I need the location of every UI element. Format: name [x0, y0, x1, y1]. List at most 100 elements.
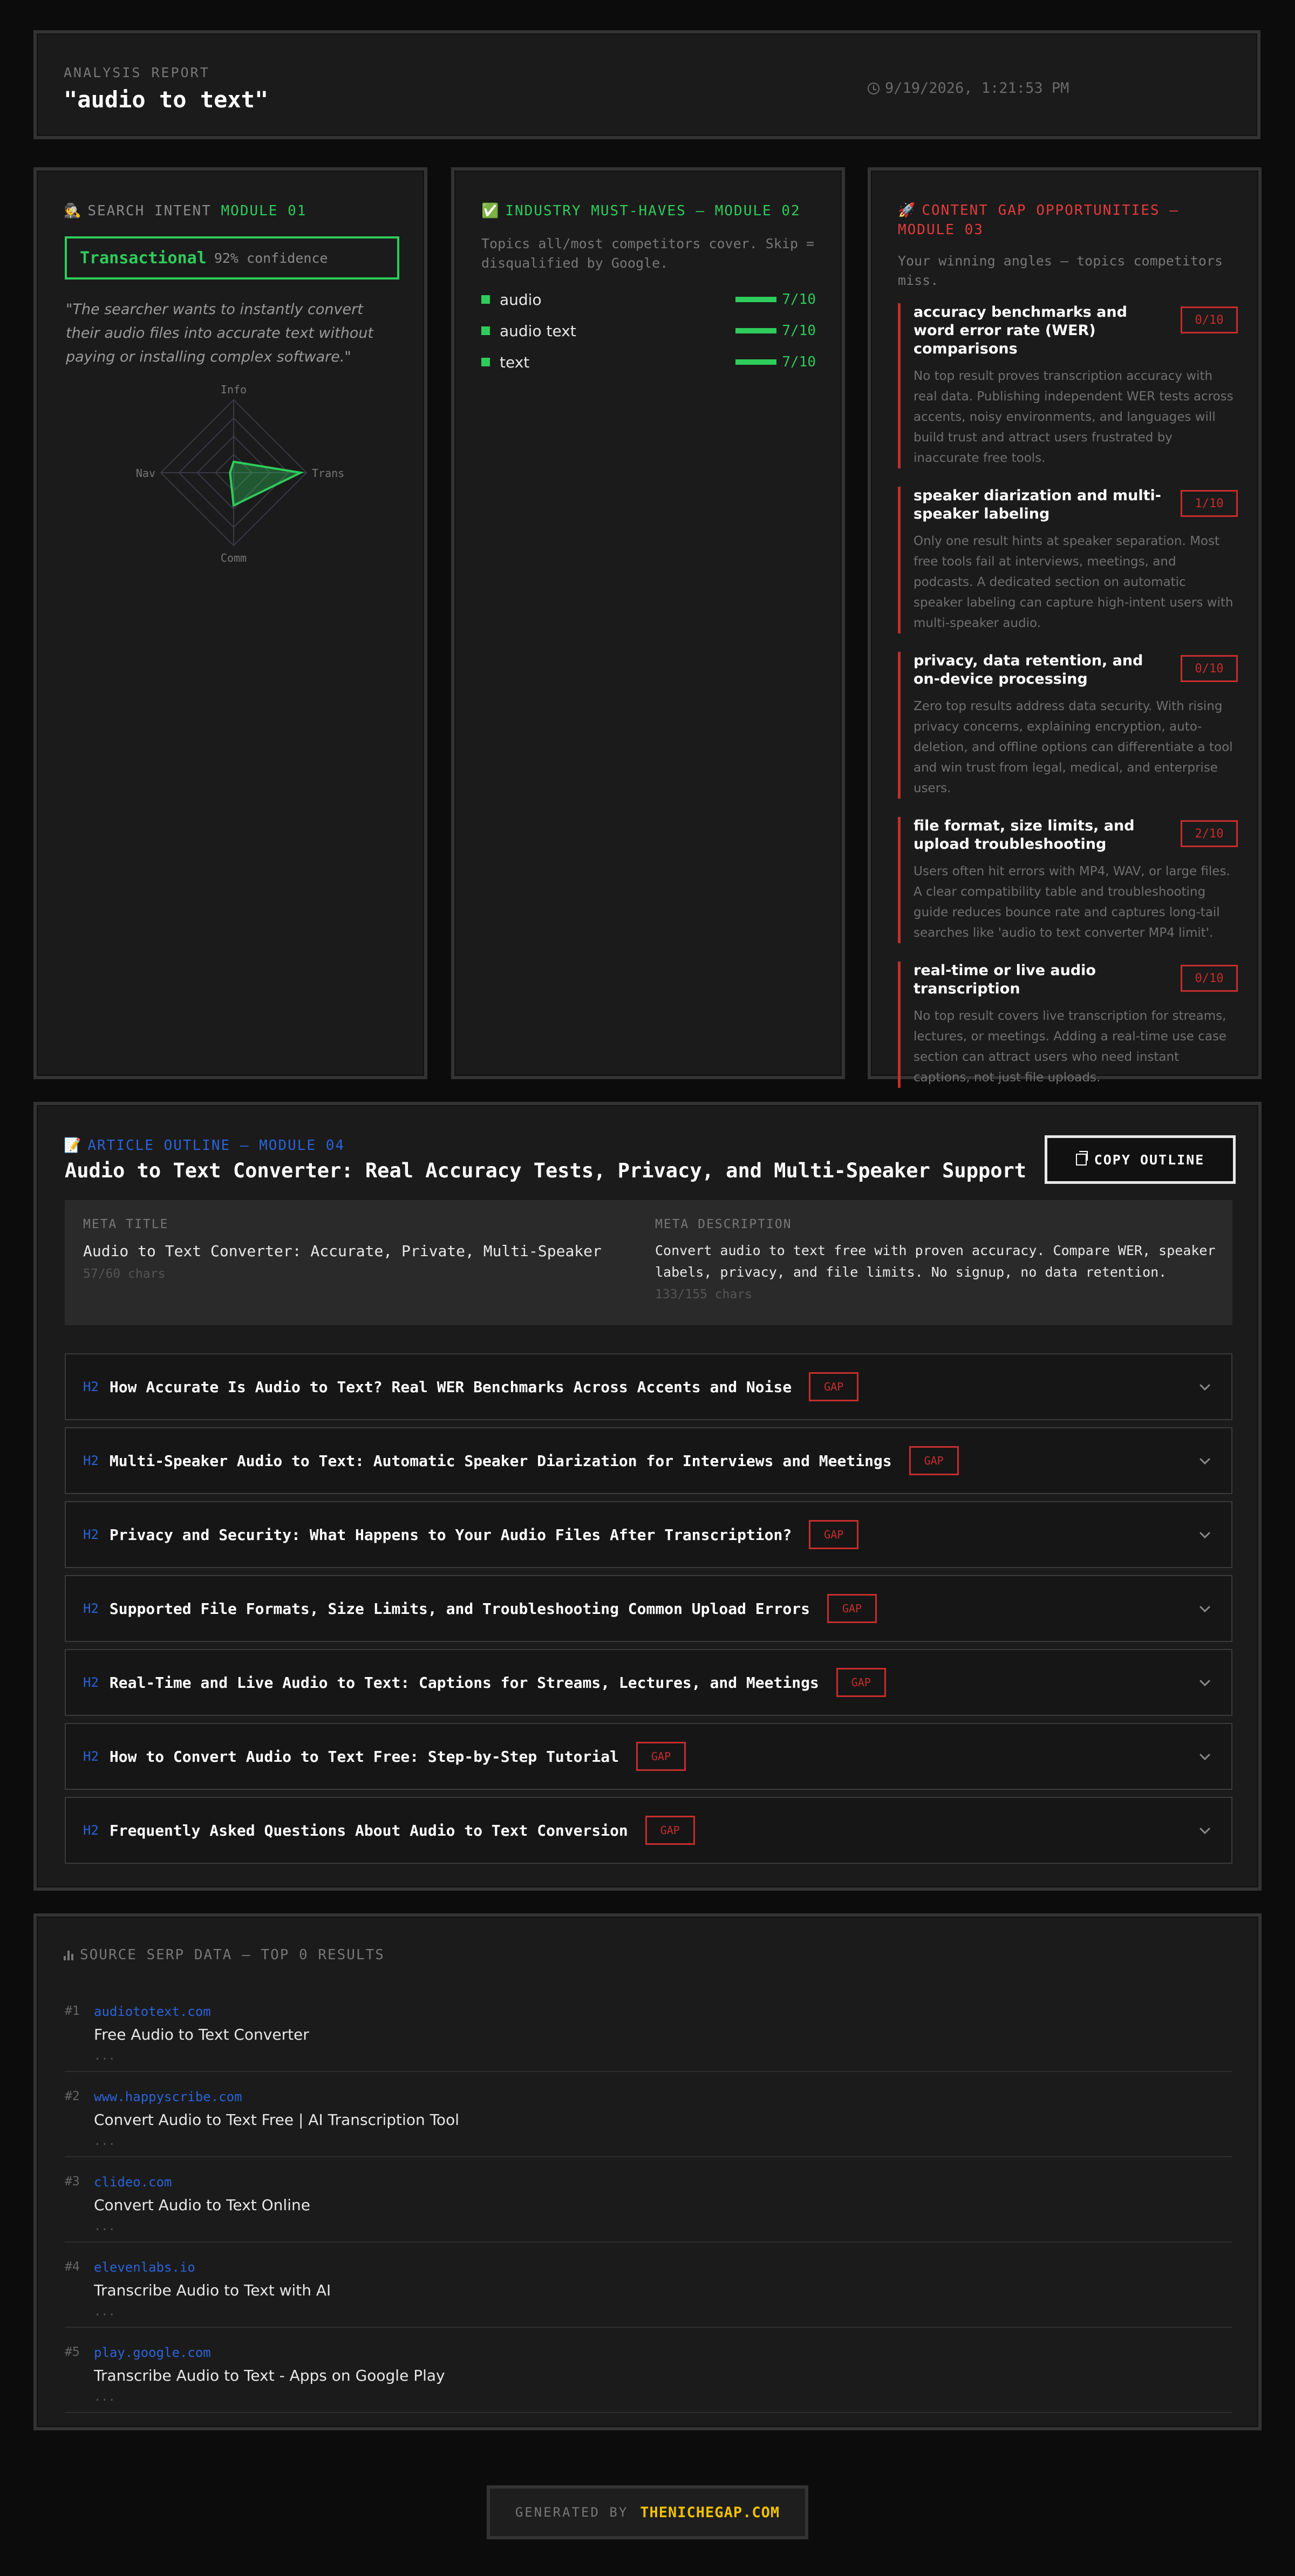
section-heading: Privacy and Security: What Happens to Yo… — [109, 1525, 792, 1544]
gap-item: accuracy benchmarks and word error rate … — [898, 303, 1238, 468]
section-heading: How Accurate Is Audio to Text? Real WER … — [109, 1378, 792, 1396]
serp-snippet: ... — [94, 2390, 115, 2404]
outline-section-row[interactable]: H2 Privacy and Security: What Happens to… — [65, 1501, 1232, 1568]
report-header: ANALYSIS REPORT "audio to text" 9/19/202… — [33, 30, 1260, 139]
chevron-down-icon[interactable] — [1199, 1528, 1210, 1539]
report-keyword-title: "audio to text" — [64, 86, 269, 113]
gap-title: privacy, data retention, and on-device p… — [914, 652, 1143, 687]
serp-title: Convert Audio to Text Free | AI Transcri… — [94, 2111, 459, 2129]
serp-rank: #5 — [65, 2345, 80, 2359]
bullet-square-icon — [481, 358, 490, 366]
gap-badge: GAP — [809, 1520, 859, 1549]
bullet-square-icon — [481, 295, 490, 304]
must-have-score: 7/10 — [782, 354, 816, 370]
meta-title-label: META TITLE — [83, 1217, 169, 1231]
serp-result: #2 www.happyscribe.com Convert Audio to … — [65, 2072, 1232, 2157]
detective-icon: 🕵️ — [64, 203, 83, 219]
must-have-item: audio text 7/10 — [481, 315, 816, 346]
gap-score-badge: 2/10 — [1181, 820, 1238, 847]
module-02-heading: ✅ INDUSTRY MUST-HAVES — MODULE 02 — [481, 203, 801, 219]
chevron-down-icon[interactable] — [1199, 1602, 1210, 1613]
footer-badge: GENERATED BY THENICHEGAP.COM — [487, 2485, 808, 2539]
must-have-score: 7/10 — [782, 291, 816, 308]
h2-tag: H2 — [83, 1527, 99, 1542]
gap-badge: GAP — [809, 1372, 859, 1401]
chevron-down-icon[interactable] — [1199, 1380, 1210, 1391]
generated-by-label: GENERATED BY — [515, 2505, 629, 2520]
outline-section-row[interactable]: H2 Real-Time and Live Audio to Text: Cap… — [65, 1649, 1232, 1716]
radar-axis-label: Comm — [221, 551, 247, 564]
serp-result: #3 clideo.com Convert Audio to Text Onli… — [65, 2157, 1232, 2243]
section-heading: How to Convert Audio to Text Free: Step-… — [109, 1747, 619, 1766]
outline-section-row[interactable]: H2 Supported File Formats, Size Limits, … — [65, 1575, 1232, 1642]
section-heading: Real-Time and Live Audio to Text: Captio… — [109, 1673, 819, 1692]
h2-tag: H2 — [83, 1453, 99, 1468]
gap-item: real-time or live audio transcription 0/… — [898, 962, 1238, 1088]
timestamp-text: 9/19/2026, 1:21:53 PM — [885, 80, 1069, 97]
section-heading: Multi-Speaker Audio to Text: Automatic S… — [109, 1451, 892, 1470]
radar-value-area — [229, 460, 304, 507]
serp-heading: SOURCE SERP DATA — TOP 0 RESULTS — [64, 1947, 385, 1963]
chevron-down-icon[interactable] — [1199, 1749, 1210, 1761]
serp-title: Free Audio to Text Converter — [94, 2026, 309, 2043]
outline-section-row[interactable]: H2 How to Convert Audio to Text Free: St… — [65, 1723, 1232, 1790]
serp-result: #5 play.google.com Transcribe Audio to T… — [65, 2328, 1232, 2413]
meta-title-value: Audio to Text Converter: Accurate, Priva… — [83, 1242, 602, 1260]
serp-domain-link[interactable]: elevenlabs.io — [94, 2260, 195, 2275]
score-bar — [735, 297, 777, 302]
chevron-down-icon[interactable] — [1199, 1823, 1210, 1835]
intent-quote: "The searcher wants to instantly convert… — [66, 301, 374, 365]
outline-section-list: H2 How Accurate Is Audio to Text? Real W… — [65, 1353, 1232, 1871]
serp-snippet: ... — [94, 2049, 115, 2063]
module-04-heading: 📝 ARTICLE OUTLINE — MODULE 04 — [64, 1137, 345, 1154]
score-bar — [735, 359, 777, 365]
serp-snippet: ... — [94, 2220, 115, 2233]
rocket-icon: 🚀 — [898, 202, 917, 219]
serp-title: Transcribe Audio to Text - Apps on Googl… — [94, 2367, 445, 2384]
intent-type: Transactional — [80, 248, 207, 268]
gap-description: No top result covers live transcription … — [914, 1009, 1227, 1085]
serp-rank: #3 — [65, 2175, 80, 2189]
copy-outline-button[interactable]: COPY OUTLINE — [1045, 1135, 1236, 1184]
gap-item: file format, size limits, and upload tro… — [898, 817, 1238, 943]
must-have-item: audio 7/10 — [481, 284, 816, 315]
serp-title: Transcribe Audio to Text with AI — [94, 2281, 331, 2299]
gap-badge: GAP — [636, 1742, 686, 1771]
meta-title-count: 57/60 chars — [83, 1267, 166, 1281]
chevron-down-icon[interactable] — [1199, 1675, 1210, 1687]
serp-domain-link[interactable]: audiototext.com — [94, 2004, 211, 2019]
gap-title: speaker diarization and multi-speaker la… — [914, 487, 1161, 522]
outline-section-row[interactable]: H2 Frequently Asked Questions About Audi… — [65, 1797, 1232, 1864]
serp-domain-link[interactable]: www.happyscribe.com — [94, 2089, 242, 2104]
content-gap-module: 🚀 CONTENT GAP OPPORTUNITIES — MODULE 03 Y… — [868, 167, 1262, 1088]
gap-description: Users often hit errors with MP4, WAV, or… — [914, 864, 1230, 940]
bar-chart-icon — [64, 1950, 74, 1960]
report-timestamp: 9/19/2026, 1:21:53 PM — [868, 80, 1069, 97]
serp-rank: #4 — [65, 2260, 80, 2274]
gap-title: file format, size limits, and upload tro… — [914, 817, 1135, 853]
meta-description-value: Convert audio to text free with proven a… — [655, 1243, 1216, 1280]
serp-domain-link[interactable]: play.google.com — [94, 2345, 211, 2360]
chevron-down-icon[interactable] — [1199, 1454, 1210, 1465]
article-outline-module: 📝 ARTICLE OUTLINE — MODULE 04 Audio to Te… — [33, 1102, 1262, 1891]
outline-section-row[interactable]: H2 Multi-Speaker Audio to Text: Automati… — [65, 1427, 1232, 1494]
meta-description-label: META DESCRIPTION — [655, 1217, 792, 1231]
gap-item: privacy, data retention, and on-device p… — [898, 652, 1238, 799]
gap-score-badge: 1/10 — [1181, 490, 1238, 517]
memo-icon: 📝 — [64, 1137, 83, 1154]
serp-snippet: ... — [94, 2135, 115, 2148]
section-heading: Supported File Formats, Size Limits, and… — [109, 1599, 810, 1618]
serp-domain-link[interactable]: clideo.com — [94, 2175, 172, 2190]
bullet-square-icon — [481, 326, 490, 335]
module-02-title: INDUSTRY MUST-HAVES — MODULE 02 — [505, 203, 801, 219]
intent-badge: Transactional 92% confidence — [65, 236, 399, 280]
must-have-term: audio text — [500, 322, 576, 340]
gap-description: Only one result hints at speaker separat… — [914, 534, 1233, 630]
serp-heading-text: SOURCE SERP DATA — TOP 0 RESULTS — [80, 1947, 385, 1963]
module-01-number: MODULE 01 — [221, 203, 307, 219]
check-icon: ✅ — [481, 203, 500, 219]
module-01-label: SEARCH INTENT — [87, 203, 212, 219]
brand-link[interactable]: THENICHEGAP.COM — [640, 2504, 780, 2521]
must-have-term: text — [500, 353, 530, 371]
outline-section-row[interactable]: H2 How Accurate Is Audio to Text? Real W… — [65, 1353, 1232, 1420]
